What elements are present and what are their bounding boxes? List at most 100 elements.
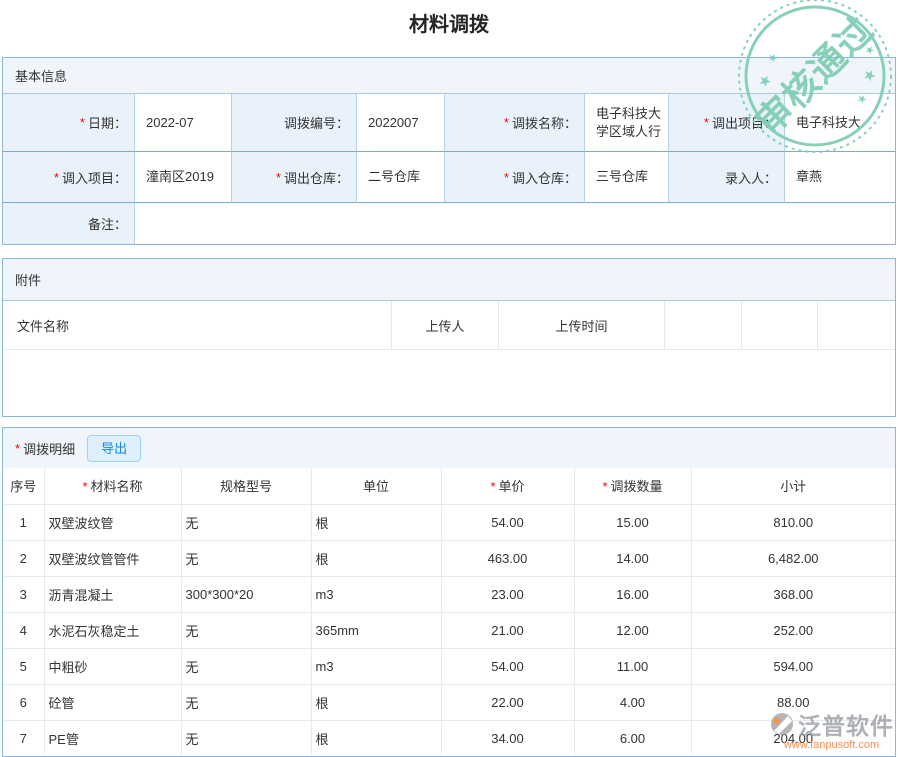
cell-seq: 6 bbox=[3, 684, 44, 720]
attachments-table: 文件名称 上传人 上传时间 bbox=[3, 301, 895, 350]
cell-seq: 1 bbox=[3, 504, 44, 540]
field-label-transfer-no: *调拨编号： bbox=[232, 94, 357, 152]
attachment-col-filename: 文件名称 bbox=[3, 301, 392, 350]
field-value-transfer-no: 2022007 bbox=[357, 94, 445, 152]
required-asterisk: * bbox=[504, 115, 509, 130]
required-asterisk: * bbox=[15, 441, 20, 456]
cell-unit: 根 bbox=[311, 540, 441, 576]
cell-material-name: 中粗砂 bbox=[44, 648, 181, 684]
field-value-recorder: 章燕 bbox=[785, 152, 895, 203]
cell-unit-price: 54.00 bbox=[441, 504, 574, 540]
transfer-detail-panel: * 调拨明细 导出 序号 *材料名称 规格型号 单位 *单价 *调拨数量 小计 … bbox=[2, 427, 896, 757]
cell-unit-price: 54.00 bbox=[441, 648, 574, 684]
col-material-name: *材料名称 bbox=[44, 468, 181, 504]
required-asterisk: * bbox=[80, 115, 85, 130]
field-label-in-warehouse: *调入仓库： bbox=[445, 152, 585, 203]
cell-material-name: 沥青混凝土 bbox=[44, 576, 181, 612]
cell-transfer-qty: 15.00 bbox=[574, 504, 691, 540]
field-label-out-warehouse: *调出仓库： bbox=[232, 152, 357, 203]
cell-seq: 5 bbox=[3, 648, 44, 684]
col-seq: 序号 bbox=[3, 468, 44, 504]
table-row: 7 PE管 无 根 34.00 6.00 204.00 bbox=[3, 720, 895, 756]
attachments-panel: 附件 文件名称 上传人 上传时间 bbox=[2, 258, 896, 417]
basic-info-title: 基本信息 bbox=[15, 66, 67, 85]
cell-subtotal: 368.00 bbox=[691, 576, 895, 612]
cell-seq: 3 bbox=[3, 576, 44, 612]
cell-unit-price: 21.00 bbox=[441, 612, 574, 648]
attachments-title: 附件 bbox=[15, 270, 41, 289]
cell-spec-model: 无 bbox=[181, 540, 311, 576]
detail-header-row: 序号 *材料名称 规格型号 单位 *单价 *调拨数量 小计 bbox=[3, 468, 895, 504]
attachment-col-empty bbox=[818, 301, 895, 350]
attachments-header: 附件 bbox=[3, 259, 895, 301]
cell-subtotal: 594.00 bbox=[691, 648, 895, 684]
cell-material-name: 双壁波纹管 bbox=[44, 504, 181, 540]
field-value-out-warehouse: 二号仓库 bbox=[357, 152, 445, 203]
field-value-out-project: 电子科技大 bbox=[785, 94, 895, 152]
cell-material-name: 砼管 bbox=[44, 684, 181, 720]
cell-subtotal: 6,482.00 bbox=[691, 540, 895, 576]
cell-transfer-qty: 4.00 bbox=[574, 684, 691, 720]
cell-seq: 2 bbox=[3, 540, 44, 576]
cell-spec-model: 无 bbox=[181, 720, 311, 756]
cell-material-name: 双壁波纹管管件 bbox=[44, 540, 181, 576]
table-row: 6 砼管 无 根 22.00 4.00 88.00 bbox=[3, 684, 895, 720]
cell-unit-price: 34.00 bbox=[441, 720, 574, 756]
field-label-date: *日期： bbox=[3, 94, 135, 152]
required-asterisk: * bbox=[490, 479, 495, 494]
field-label-remark: 备注： bbox=[3, 203, 135, 244]
attachment-col-upload-time: 上传时间 bbox=[499, 301, 665, 350]
attachments-empty-body bbox=[3, 350, 895, 416]
table-row: 5 中粗砂 无 m3 54.00 11.00 594.00 bbox=[3, 648, 895, 684]
table-row: 2 双壁波纹管管件 无 根 463.00 14.00 6,482.00 bbox=[3, 540, 895, 576]
table-row: 4 水泥石灰稳定土 无 365mm 21.00 12.00 252.00 bbox=[3, 612, 895, 648]
required-asterisk: * bbox=[82, 479, 87, 494]
cell-transfer-qty: 11.00 bbox=[574, 648, 691, 684]
cell-seq: 7 bbox=[3, 720, 44, 756]
attachment-col-empty bbox=[665, 301, 742, 350]
cell-unit: 根 bbox=[311, 504, 441, 540]
transfer-detail-header: * 调拨明细 导出 bbox=[3, 428, 895, 468]
col-transfer-qty: *调拨数量 bbox=[574, 468, 691, 504]
col-unit-price: *单价 bbox=[441, 468, 574, 504]
cell-unit: 根 bbox=[311, 684, 441, 720]
transfer-detail-title: 调拨明细 bbox=[23, 439, 75, 458]
required-asterisk: * bbox=[54, 170, 59, 185]
field-label-recorder: *录入人： bbox=[669, 152, 785, 203]
col-unit: 单位 bbox=[311, 468, 441, 504]
table-row: 3 沥青混凝土 300*300*20 m3 23.00 16.00 368.00 bbox=[3, 576, 895, 612]
table-row: 1 双壁波纹管 无 根 54.00 15.00 810.00 bbox=[3, 504, 895, 540]
cell-unit: 根 bbox=[311, 720, 441, 756]
cell-seq: 4 bbox=[3, 612, 44, 648]
col-subtotal: 小计 bbox=[691, 468, 895, 504]
col-spec-model: 规格型号 bbox=[181, 468, 311, 504]
required-asterisk: * bbox=[504, 170, 509, 185]
cell-transfer-qty: 12.00 bbox=[574, 612, 691, 648]
cell-unit: 365mm bbox=[311, 612, 441, 648]
cell-unit-price: 463.00 bbox=[441, 540, 574, 576]
field-value-transfer-name: 电子科技大学区域人行 bbox=[585, 94, 669, 152]
required-asterisk: * bbox=[704, 115, 709, 130]
attachment-col-uploader: 上传人 bbox=[392, 301, 499, 350]
cell-transfer-qty: 16.00 bbox=[574, 576, 691, 612]
export-button[interactable]: 导出 bbox=[87, 435, 141, 462]
required-asterisk: * bbox=[276, 170, 281, 185]
transfer-detail-table: 序号 *材料名称 规格型号 单位 *单价 *调拨数量 小计 1 双壁波纹管 无 … bbox=[3, 468, 895, 756]
field-value-in-warehouse: 三号仓库 bbox=[585, 152, 669, 203]
cell-transfer-qty: 6.00 bbox=[574, 720, 691, 756]
cell-subtotal: 204.00 bbox=[691, 720, 895, 756]
cell-spec-model: 无 bbox=[181, 612, 311, 648]
basic-info-grid: *日期： 2022-07 *调拨编号： 2022007 *调拨名称： 电子科技大… bbox=[3, 94, 895, 244]
cell-transfer-qty: 14.00 bbox=[574, 540, 691, 576]
cell-subtotal: 810.00 bbox=[691, 504, 895, 540]
field-value-in-project: 潼南区2019 bbox=[135, 152, 232, 203]
cell-material-name: PE管 bbox=[44, 720, 181, 756]
cell-spec-model: 300*300*20 bbox=[181, 576, 311, 612]
field-value-remark bbox=[135, 203, 895, 244]
cell-unit: m3 bbox=[311, 576, 441, 612]
field-label-transfer-name: *调拨名称： bbox=[445, 94, 585, 152]
field-label-in-project: *调入项目： bbox=[3, 152, 135, 203]
cell-subtotal: 88.00 bbox=[691, 684, 895, 720]
cell-unit: m3 bbox=[311, 648, 441, 684]
attachment-col-empty bbox=[742, 301, 818, 350]
